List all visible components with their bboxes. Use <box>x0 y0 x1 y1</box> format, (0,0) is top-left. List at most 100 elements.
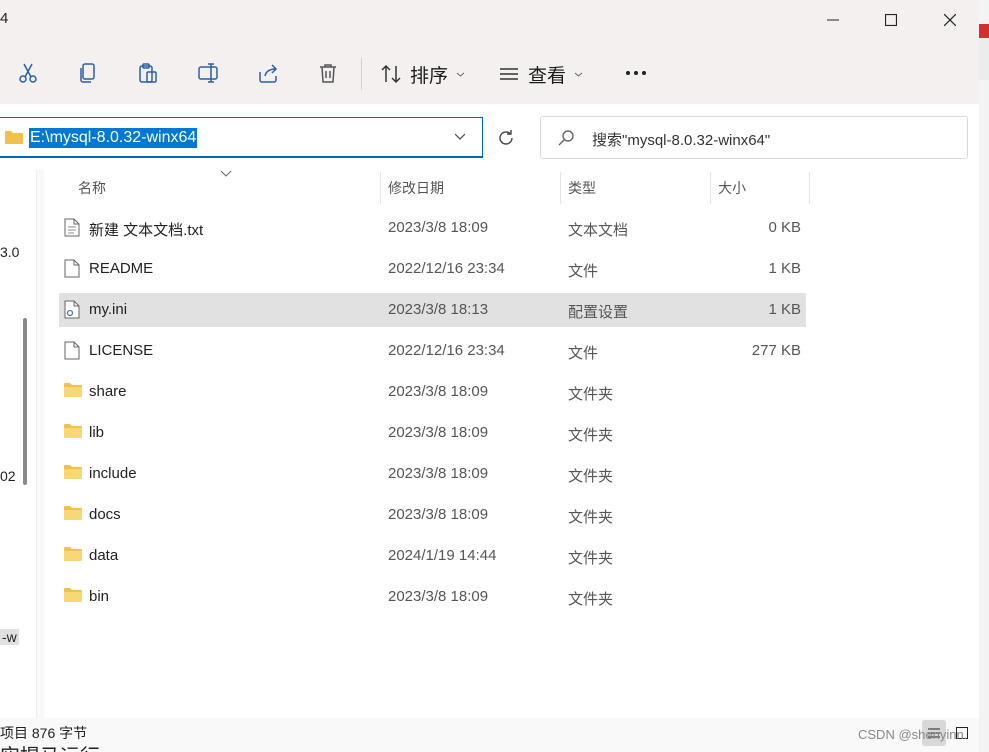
delete-button[interactable] <box>313 58 343 88</box>
share-button[interactable] <box>253 58 283 88</box>
chevron-down-icon <box>456 72 465 77</box>
column-divider[interactable] <box>560 172 561 204</box>
column-header-type[interactable]: 类型 <box>568 178 596 198</box>
rename-button[interactable] <box>193 58 223 88</box>
file-size: 277 KB <box>751 342 801 359</box>
file-type: 文件夹 <box>568 468 614 485</box>
rename-icon <box>198 63 218 83</box>
file-size: 1 KB <box>768 260 801 277</box>
folder-icon <box>64 587 82 607</box>
nav-item-fragment[interactable]: 3.0 <box>0 244 19 260</box>
file-name: bin <box>89 588 110 605</box>
search-icon <box>558 130 574 146</box>
share-icon <box>259 64 278 83</box>
paste-button[interactable] <box>133 58 163 88</box>
file-modified-date: 2023/3/8 18:09 <box>388 588 489 605</box>
address-path: E:\mysql-8.0.32-winx64 <box>29 128 198 148</box>
column-header-modified[interactable]: 修改日期 <box>388 178 444 198</box>
folder-icon <box>64 505 82 525</box>
file-name: data <box>89 547 119 564</box>
close-button[interactable] <box>921 0 979 40</box>
more-icon <box>626 71 646 75</box>
background-window-edge <box>979 0 989 752</box>
table-row[interactable]: LICENSE 2022/12/16 23:34 文件 277 KB <box>59 334 806 368</box>
navigation-pane[interactable]: 3.0 02 -w <box>0 170 37 718</box>
more-button[interactable] <box>621 58 651 88</box>
maximize-icon <box>885 14 897 26</box>
file-type: 文件 <box>568 345 599 362</box>
table-row[interactable]: data 2024/1/19 14:44 文件夹 <box>59 539 806 573</box>
file-modified-date: 2023/3/8 18:13 <box>388 301 489 318</box>
column-divider[interactable] <box>809 172 810 204</box>
folder-icon <box>64 464 82 484</box>
folder-icon <box>64 382 82 402</box>
address-bar[interactable]: E:\mysql-8.0.32-winx64 <box>0 117 483 158</box>
sort-button[interactable]: 排序 <box>380 60 465 88</box>
config-file-icon <box>64 300 80 324</box>
sort-arrow-icon <box>220 170 232 177</box>
minimize-icon <box>827 19 839 21</box>
file-name: include <box>89 465 137 482</box>
file-name: docs <box>89 506 121 523</box>
table-row[interactable]: lib 2023/3/8 18:09 文件夹 <box>59 416 806 450</box>
toolbar-separator <box>361 58 362 90</box>
trash-icon <box>320 64 336 83</box>
background-text-fragment: 实提马运行 <box>0 740 100 752</box>
folder-icon <box>64 423 82 443</box>
copy-icon <box>80 63 95 83</box>
file-name: LICENSE <box>89 342 154 359</box>
view-icon <box>500 68 518 80</box>
column-divider[interactable] <box>380 172 381 204</box>
paste-icon <box>139 63 157 83</box>
view-label: 查看 <box>528 65 567 87</box>
sort-icon <box>381 64 401 84</box>
watermark: CSDN @shenyinn. <box>858 727 968 742</box>
file-type: 文本文档 <box>568 222 629 239</box>
cut-button[interactable] <box>13 58 43 88</box>
column-header-size[interactable]: 大小 <box>718 178 746 198</box>
command-bar: 排序 查看 <box>0 40 979 105</box>
status-bar: 项目 876 字节 <box>0 718 979 752</box>
scissors-icon <box>19 63 37 83</box>
refresh-icon <box>499 129 513 145</box>
sort-label: 排序 <box>410 65 449 87</box>
text-file-icon <box>64 218 80 242</box>
file-name: lib <box>89 424 105 441</box>
file-size: 0 KB <box>768 219 801 236</box>
file-type: 配置设置 <box>568 304 629 321</box>
maximize-button[interactable] <box>862 0 920 40</box>
copy-button[interactable] <box>73 58 103 88</box>
file-type: 文件夹 <box>568 427 614 444</box>
close-icon <box>944 14 956 26</box>
column-divider[interactable] <box>710 172 711 204</box>
file-type: 文件夹 <box>568 509 614 526</box>
table-row[interactable]: my.ini 2023/3/8 18:13 配置设置 1 KB <box>59 293 806 327</box>
column-header-name[interactable]: 名称 <box>78 178 106 198</box>
file-type: 文件夹 <box>568 386 614 403</box>
table-row[interactable]: README 2022/12/16 23:34 文件 1 KB <box>59 252 806 286</box>
folder-icon <box>5 131 23 144</box>
folder-icon <box>64 546 82 566</box>
file-size: 1 KB <box>768 301 801 318</box>
table-row[interactable]: 新建 文本文档.txt 2023/3/8 18:09 文本文档 0 KB <box>59 211 806 245</box>
nav-item-fragment[interactable]: 02 <box>0 468 16 484</box>
file-modified-date: 2022/12/16 23:34 <box>388 260 505 277</box>
file-type: 文件夹 <box>568 550 614 567</box>
table-row[interactable]: bin 2023/3/8 18:09 文件夹 <box>59 580 806 614</box>
chevron-down-icon <box>574 72 583 77</box>
view-button[interactable]: 查看 <box>498 60 583 88</box>
nav-item-fragment[interactable]: -w <box>0 629 19 645</box>
file-icon <box>64 341 80 365</box>
refresh-button[interactable] <box>488 117 524 158</box>
table-row[interactable]: include 2023/3/8 18:09 文件夹 <box>59 457 806 491</box>
file-modified-date: 2022/12/16 23:34 <box>388 342 505 359</box>
search-placeholder: 搜索"mysql-8.0.32-winx64" <box>592 132 771 149</box>
minimize-button[interactable] <box>804 0 862 40</box>
table-row[interactable]: docs 2023/3/8 18:09 文件夹 <box>59 498 806 532</box>
nav-scrollbar[interactable] <box>23 318 27 485</box>
search-box[interactable]: 搜索"mysql-8.0.32-winx64" <box>540 116 968 159</box>
table-row[interactable]: share 2023/3/8 18:09 文件夹 <box>59 375 806 409</box>
file-modified-date: 2023/3/8 18:09 <box>388 219 489 236</box>
chevron-down-icon[interactable] <box>454 130 466 142</box>
file-modified-date: 2023/3/8 18:09 <box>388 424 489 441</box>
